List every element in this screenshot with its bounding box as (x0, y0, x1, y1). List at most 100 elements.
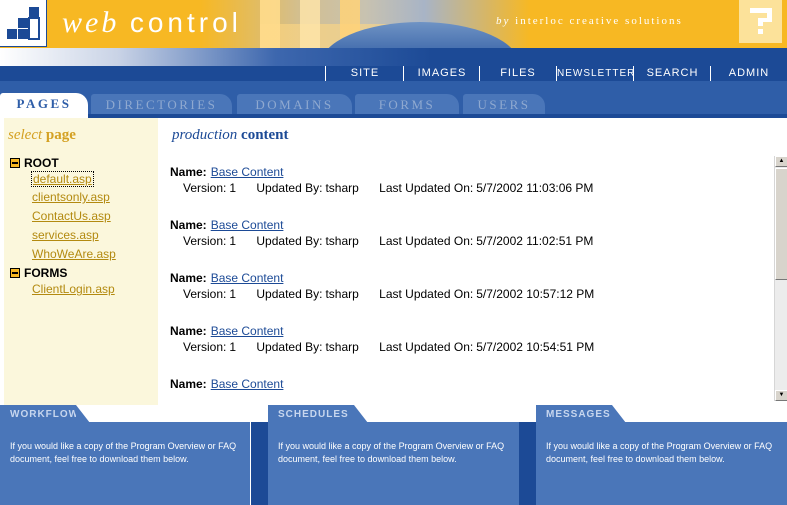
last-updated-label: Last Updated On: (379, 234, 474, 248)
name-label: Name: (170, 218, 207, 232)
page-link-default[interactable]: default.asp (31, 171, 94, 187)
scroll-up-arrow-icon[interactable]: ▲ (775, 156, 787, 167)
tab-directories[interactable]: DIRECTORIES (91, 94, 232, 114)
schedules-panel: If you would like a copy of the Program … (268, 405, 519, 505)
collapse-icon[interactable] (10, 158, 20, 168)
logo[interactable] (0, 0, 47, 47)
app-title: web control (62, 6, 242, 40)
name-label: Name: (170, 165, 207, 179)
schedules-text: If you would like a copy of the Program … (268, 422, 519, 505)
content-name-link[interactable]: Base Content (211, 165, 284, 179)
header-strip (0, 48, 787, 66)
scroll-thumb[interactable] (775, 168, 787, 280)
page-link-contactus[interactable]: ContactUs.asp (32, 209, 111, 223)
content-entry: Name: Base Content Version: 1 Updated By: t… (170, 270, 770, 323)
last-updated-label: Last Updated On: (379, 181, 474, 195)
page-link-services[interactable]: services.asp (32, 228, 99, 242)
version-label: Version: (183, 234, 227, 248)
folder-root[interactable]: ROOT (10, 156, 59, 170)
content-entry: Name: Base Content (170, 376, 770, 400)
bottom-panels: If you would like a copy of the Program … (0, 405, 787, 505)
content-list: Name: Base Content Version: 1 Updated By: t… (170, 164, 770, 400)
content-name-link[interactable]: Base Content (211, 218, 284, 232)
nav-newsletter[interactable]: NEWSLETTER (556, 66, 634, 81)
version-label: Version: (183, 340, 227, 354)
last-updated-label: Last Updated On: (379, 340, 474, 354)
messages-text: If you would like a copy of the Program … (536, 422, 787, 505)
updated-by-label: Updated By: (256, 234, 323, 248)
app-header: web control by interloc creative solutio… (0, 0, 787, 66)
content-entry: Name: Base Content Version: 1 Updated By: t… (170, 217, 770, 270)
updated-by-value: tsharp (325, 287, 359, 301)
folder-forms[interactable]: FORMS (10, 266, 67, 280)
scroll-down-arrow-icon[interactable]: ▼ (775, 390, 787, 401)
app-title-bold: control (129, 7, 242, 38)
version-label: Version: (183, 287, 227, 301)
tab-forms[interactable]: FORMS (355, 94, 459, 114)
updated-by-label: Updated By: (256, 340, 323, 354)
collapse-icon[interactable] (10, 268, 20, 278)
tagline-by: by (496, 15, 511, 27)
updated-by-value: tsharp (325, 340, 359, 354)
nav-site[interactable]: SITE (325, 66, 404, 81)
main-content: production content Name: Base Content Ver… (158, 118, 787, 405)
version-value: 1 (229, 287, 237, 301)
version-value: 1 (229, 340, 237, 354)
content-name-link[interactable]: Base Content (211, 324, 284, 338)
name-label: Name: (170, 324, 207, 338)
content-entry: Name: Base Content Version: 1 Updated By: t… (170, 164, 770, 217)
tab-pages[interactable]: PAGES (0, 93, 88, 118)
updated-by-value: tsharp (325, 234, 359, 248)
version-value: 1 (229, 181, 237, 195)
sidebar: select page ROOT default.asp clientsonly… (0, 118, 158, 405)
content-name-link[interactable]: Base Content (211, 271, 284, 285)
workflow-title: WORKFLOW (0, 405, 90, 423)
page-link-whoweare[interactable]: WhoWeAre.asp (32, 247, 116, 261)
nav-admin[interactable]: ADMIN (710, 66, 787, 81)
updated-by-value: tsharp (325, 181, 359, 195)
sidebar-title-italic: select (8, 127, 43, 143)
version-label: Version: (183, 181, 227, 195)
nav-files[interactable]: FILES (479, 66, 556, 81)
messages-panel: If you would like a copy of the Program … (536, 405, 787, 505)
panel-divider (519, 422, 536, 505)
page-link-clientsonly[interactable]: clientsonly.asp (32, 190, 110, 204)
tab-domains[interactable]: DOMAINS (237, 94, 352, 114)
nav-search[interactable]: SEARCH (633, 66, 711, 81)
content-name-link[interactable]: Base Content (211, 377, 284, 391)
nav-images[interactable]: IMAGES (403, 66, 480, 81)
tagline-company: interloc creative solutions (515, 15, 683, 27)
last-updated-value: 5/7/2002 11:03:06 PM (476, 181, 594, 195)
help-button[interactable] (739, 0, 782, 43)
app-title-italic: web (62, 6, 120, 39)
main-title-italic: production (172, 127, 238, 143)
last-updated-value: 5/7/2002 11:02:51 PM (476, 234, 594, 248)
tagline: by interloc creative solutions (496, 15, 683, 27)
question-mark-icon (750, 8, 772, 34)
name-label: Name: (170, 377, 207, 391)
tab-users[interactable]: USERS (463, 94, 545, 114)
workflow-text: If you would like a copy of the Program … (0, 422, 250, 505)
page-link-clientlogin[interactable]: ClientLogin.asp (32, 282, 115, 296)
panel-divider (251, 422, 268, 505)
last-updated-label: Last Updated On: (379, 287, 474, 301)
updated-by-label: Updated By: (256, 287, 323, 301)
folder-label: FORMS (24, 266, 68, 280)
schedules-title: SCHEDULES (268, 405, 368, 423)
workflow-panel: If you would like a copy of the Program … (0, 405, 250, 505)
name-label: Name: (170, 271, 207, 285)
last-updated-value: 5/7/2002 10:57:12 PM (476, 287, 595, 301)
messages-title: MESSAGES (536, 405, 626, 423)
content-entry: Name: Base Content Version: 1 Updated By: t… (170, 323, 770, 376)
content-scrollbar[interactable]: ▲ ▼ (774, 156, 787, 401)
tab-bar: PAGES DIRECTORIES DOMAINS FORMS USERS (0, 81, 787, 118)
main-title-bold: content (241, 127, 289, 143)
folder-label: ROOT (24, 156, 59, 170)
logo-icon (7, 7, 40, 40)
version-value: 1 (229, 234, 237, 248)
last-updated-value: 5/7/2002 10:54:51 PM (476, 340, 595, 354)
sidebar-title-bold: page (45, 127, 76, 143)
updated-by-label: Updated By: (256, 181, 323, 195)
sidebar-title: select page (8, 127, 76, 144)
main-title: production content (172, 127, 289, 144)
